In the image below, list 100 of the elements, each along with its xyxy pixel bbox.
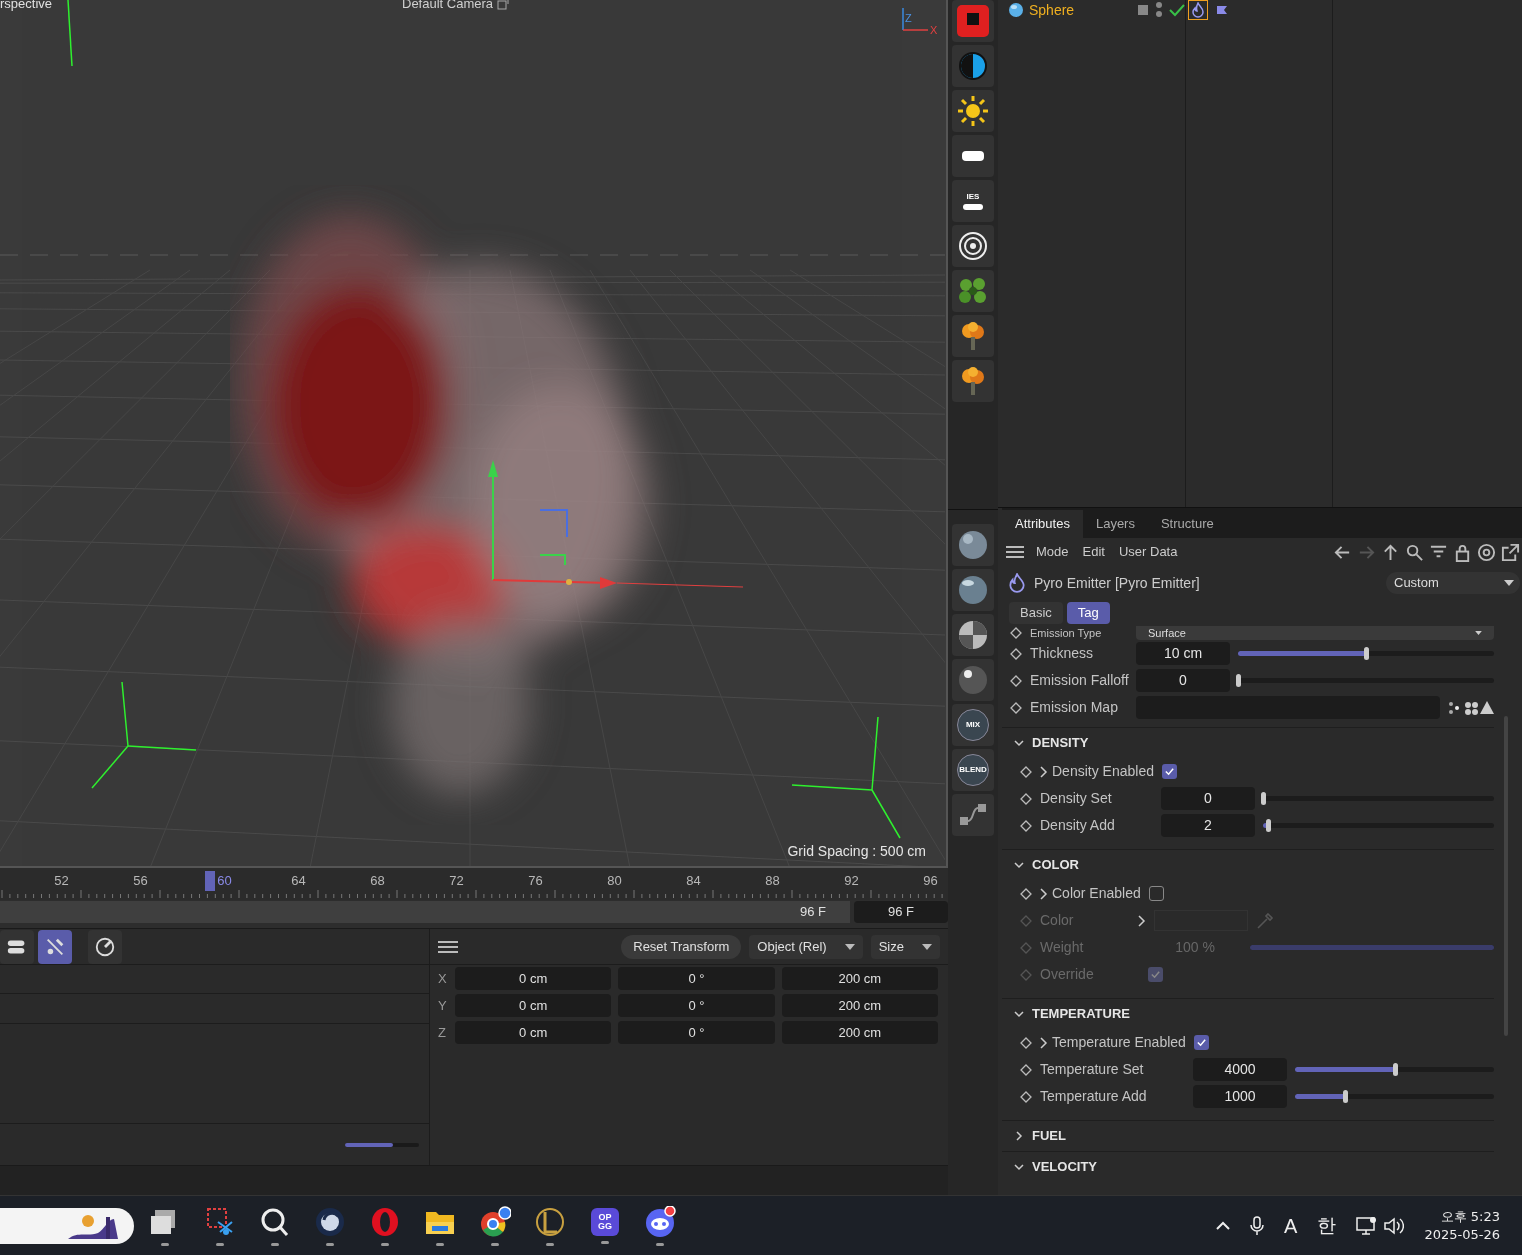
- coordinate-field[interactable]: 0 °: [618, 994, 775, 1017]
- checkbox[interactable]: [1193, 1035, 1209, 1050]
- playhead-frame[interactable]: 60: [205, 871, 234, 891]
- max-frame-field[interactable]: 96 F: [854, 901, 948, 923]
- palette-button[interactable]: [952, 569, 994, 611]
- menu-item[interactable]: Mode: [1034, 542, 1071, 562]
- search-icon[interactable]: [1405, 542, 1424, 562]
- target-icon[interactable]: [1477, 542, 1496, 562]
- slider-thumb[interactable]: [1364, 647, 1369, 660]
- keyframe-diamond-icon[interactable]: [1020, 887, 1032, 900]
- tool-button[interactable]: [88, 929, 122, 964]
- keyframe-diamond-icon[interactable]: [1010, 674, 1022, 687]
- section-header[interactable]: FUEL: [1002, 1121, 1494, 1151]
- section-header[interactable]: TEMPERATURE: [1002, 999, 1494, 1029]
- slider-thumb[interactable]: [1342, 1090, 1348, 1103]
- coordinate-field[interactable]: 0 °: [618, 1021, 775, 1044]
- speaker-icon[interactable]: [1384, 1216, 1405, 1235]
- keyframe-diamond-icon[interactable]: [1010, 701, 1022, 714]
- keyframe-diamond-icon[interactable]: [1010, 627, 1022, 639]
- microphone-icon[interactable]: [1250, 1215, 1265, 1236]
- sub-tab[interactable]: Tag: [1066, 602, 1110, 624]
- taskbar-app-button[interactable]: OP GG: [587, 1200, 623, 1251]
- slider-thumb[interactable]: [1265, 819, 1271, 832]
- triangle-icon[interactable]: [1480, 701, 1494, 714]
- value-field[interactable]: 4000: [1193, 1058, 1287, 1081]
- zoom-slider[interactable]: [345, 1142, 419, 1147]
- panel-tab[interactable]: Layers: [1082, 510, 1148, 538]
- keyframe-diamond-icon[interactable]: [1020, 1063, 1032, 1076]
- slider-thumb[interactable]: [1261, 792, 1266, 805]
- coordinate-field[interactable]: 200 cm: [781, 994, 938, 1017]
- new-window-icon[interactable]: [1501, 542, 1520, 562]
- object-name[interactable]: Sphere: [1029, 0, 1075, 21]
- palette-button[interactable]: [952, 135, 994, 177]
- palette-button[interactable]: [952, 225, 994, 267]
- tool-button[interactable]: [38, 929, 72, 964]
- coordinate-field[interactable]: 0 °: [618, 967, 775, 990]
- clock[interactable]: 오후 5:23 2025-05-26: [1424, 1207, 1500, 1244]
- coordinate-mode-dropdown[interactable]: Object (Rel): [749, 934, 863, 959]
- reset-transform-button[interactable]: Reset Transform: [621, 934, 742, 959]
- input-language-indicator[interactable]: 한: [1317, 1211, 1337, 1240]
- coordinate-field[interactable]: 200 cm: [781, 967, 938, 990]
- check-icon[interactable]: [1169, 3, 1185, 17]
- noise-dots-icon[interactable]: [1448, 700, 1478, 715]
- palette-button[interactable]: [952, 614, 994, 656]
- checkbox[interactable]: [1148, 886, 1164, 901]
- network-icon[interactable]: [1356, 1215, 1379, 1236]
- palette-button[interactable]: IES: [952, 180, 994, 222]
- menu-item[interactable]: Edit: [1080, 542, 1107, 562]
- palette-button[interactable]: [952, 659, 994, 701]
- tag-button[interactable]: [1188, 0, 1208, 20]
- range-bar[interactable]: 96 F: [0, 901, 850, 923]
- camera-link-icon[interactable]: [497, 0, 510, 10]
- chevron-icon[interactable]: [1040, 765, 1048, 778]
- checkbox[interactable]: [1161, 764, 1177, 779]
- value-field[interactable]: 2: [1161, 814, 1255, 837]
- slider-thumb[interactable]: [1236, 674, 1241, 687]
- menu-item[interactable]: User Data: [1116, 542, 1180, 562]
- emission-type-dropdown[interactable]: Surface: [1136, 626, 1494, 640]
- panel-tab[interactable]: Structure: [1147, 510, 1227, 538]
- chevron-icon[interactable]: [1138, 914, 1146, 927]
- keyframe-diamond-icon[interactable]: [1020, 765, 1032, 778]
- value-field[interactable]: 0: [1136, 669, 1230, 692]
- edit-icon[interactable]: [1137, 4, 1149, 16]
- palette-button[interactable]: [952, 45, 994, 87]
- palette-button[interactable]: [952, 524, 994, 566]
- preset-dropdown[interactable]: Custom: [1386, 572, 1520, 594]
- keyframe-diamond-icon[interactable]: [1010, 647, 1022, 660]
- visibility-dots-icon[interactable]: [1154, 1, 1164, 19]
- lock-icon[interactable]: [1453, 542, 1472, 562]
- keyframe-diamond-icon[interactable]: [1020, 1090, 1032, 1103]
- tool-button[interactable]: [0, 929, 34, 964]
- value-field[interactable]: 1000: [1193, 1085, 1287, 1108]
- coordinate-field[interactable]: 0 cm: [455, 1021, 612, 1044]
- input-mode-indicator[interactable]: A: [1284, 1210, 1298, 1241]
- coordinate-field[interactable]: 0 cm: [455, 994, 612, 1017]
- section-header[interactable]: COLOR: [1002, 850, 1494, 880]
- chevron-up-icon[interactable]: [1216, 1221, 1231, 1230]
- search-box[interactable]: [0, 1207, 134, 1244]
- keyframe-diamond-icon[interactable]: [1020, 792, 1032, 805]
- keyframe-diamond-icon[interactable]: [1020, 1036, 1032, 1049]
- slider-thumb[interactable]: [1392, 1063, 1398, 1076]
- palette-button[interactable]: [952, 315, 994, 357]
- chevron-icon[interactable]: [1040, 887, 1048, 900]
- value-field[interactable]: 10 cm: [1136, 642, 1230, 665]
- menu-icon[interactable]: [438, 938, 458, 955]
- value-field[interactable]: 0: [1161, 787, 1255, 810]
- palette-button[interactable]: [952, 90, 994, 132]
- chevron-icon[interactable]: [1040, 1036, 1048, 1049]
- keyframe-diamond-icon[interactable]: [1020, 819, 1032, 832]
- palette-button[interactable]: [952, 360, 994, 402]
- menu-icon[interactable]: [1006, 545, 1024, 559]
- size-mode-dropdown[interactable]: Size: [870, 934, 940, 959]
- coordinate-field[interactable]: 200 cm: [781, 1021, 938, 1044]
- sub-tab[interactable]: Basic: [1009, 602, 1063, 624]
- palette-button[interactable]: BLEND: [952, 749, 994, 791]
- section-header[interactable]: VELOCITY: [1002, 1152, 1494, 1182]
- coordinate-field[interactable]: 0 cm: [455, 967, 612, 990]
- panel-tab[interactable]: Attributes: [1002, 510, 1083, 538]
- section-header[interactable]: DENSITY: [1002, 728, 1494, 758]
- palette-button[interactable]: MIX: [952, 704, 994, 746]
